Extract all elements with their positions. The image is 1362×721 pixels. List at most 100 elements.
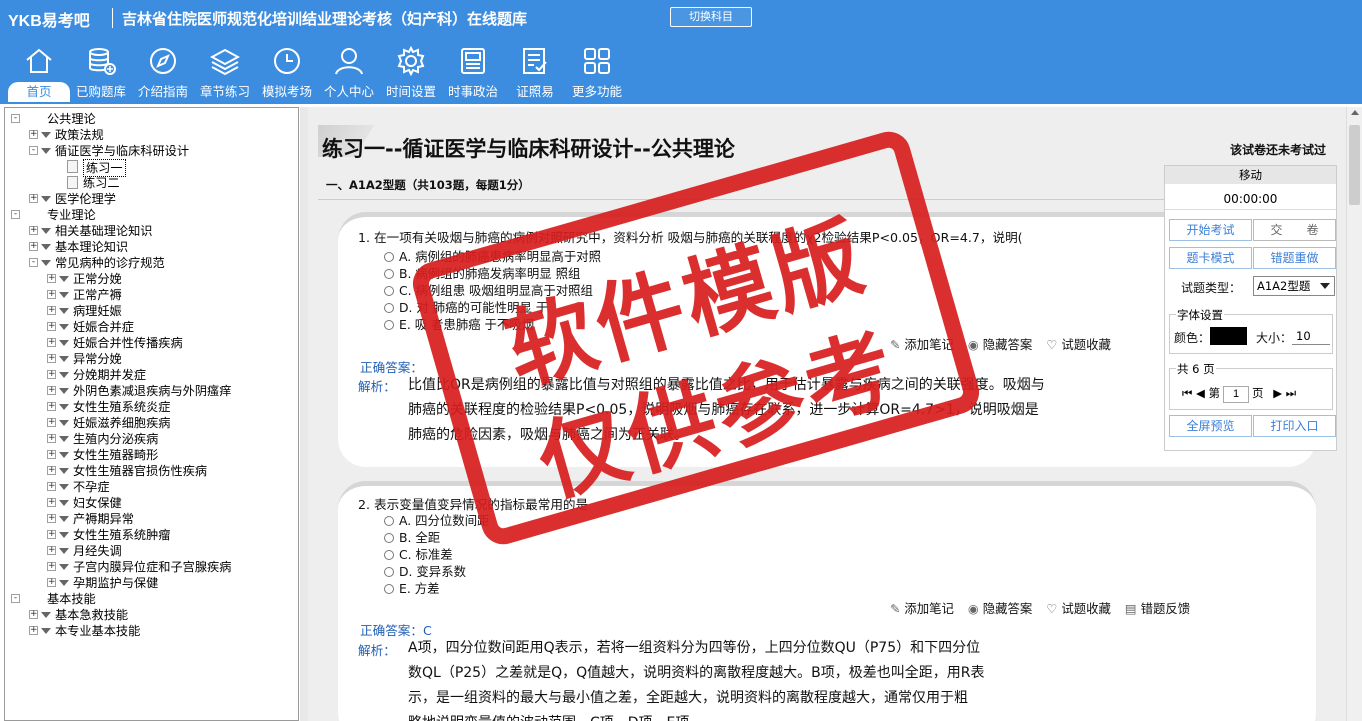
- font-size-input[interactable]: 10: [1292, 327, 1330, 345]
- hide-answer-button[interactable]: ◉ 隐藏答案: [968, 337, 1032, 352]
- nav-certificate[interactable]: 证照易: [504, 46, 566, 104]
- nav-purchased[interactable]: 已购题库: [70, 46, 132, 104]
- report-error-button[interactable]: ▤ 错题反馈: [1125, 601, 1190, 616]
- vertical-scrollbar[interactable]: [1346, 107, 1362, 721]
- option-c[interactable]: C. 标准差: [384, 545, 453, 563]
- expand-icon[interactable]: +: [29, 226, 38, 235]
- tree-item[interactable]: + 妊娠合并症: [5, 319, 298, 335]
- tree-item[interactable]: + 孕期监护与保健: [5, 575, 298, 591]
- last-page-button[interactable]: ⏭: [1286, 386, 1296, 400]
- collapse-icon[interactable]: -: [29, 258, 38, 267]
- tree-item[interactable]: + 女性生殖器官损伤性疾病: [5, 463, 298, 479]
- font-color-swatch[interactable]: [1210, 327, 1247, 345]
- nav-mock-exam[interactable]: 模拟考场: [256, 46, 318, 104]
- collapse-icon[interactable]: -: [11, 114, 20, 123]
- move-handle[interactable]: 移动: [1165, 166, 1336, 184]
- collapse-icon[interactable]: -: [29, 146, 38, 155]
- tree-item[interactable]: + 产褥期异常: [5, 511, 298, 527]
- nav-guide[interactable]: 介绍指南: [132, 46, 194, 104]
- tree-item[interactable]: + 本专业基本技能: [5, 623, 298, 639]
- collapse-icon[interactable]: -: [11, 210, 20, 219]
- option-a[interactable]: A. 四分位数间距: [384, 511, 489, 529]
- tree-item[interactable]: - 基本技能: [5, 591, 298, 607]
- expand-icon[interactable]: +: [47, 338, 56, 347]
- radio[interactable]: [384, 533, 394, 543]
- tree-item[interactable]: + 医学伦理学: [5, 191, 298, 207]
- expand-icon[interactable]: +: [47, 498, 56, 507]
- radio[interactable]: [384, 584, 394, 594]
- hide-answer-button[interactable]: ◉ 隐藏答案: [968, 601, 1032, 616]
- radio[interactable]: [384, 303, 394, 313]
- tree-item[interactable]: + 分娩期并发症: [5, 367, 298, 383]
- start-exam-button[interactable]: 开始考试: [1169, 219, 1252, 241]
- expand-icon[interactable]: +: [29, 626, 38, 635]
- tree-item[interactable]: + 女性生殖系统肿瘤: [5, 527, 298, 543]
- tree-item[interactable]: + 基本理论知识: [5, 239, 298, 255]
- expand-icon[interactable]: +: [47, 434, 56, 443]
- expand-icon[interactable]: +: [29, 610, 38, 619]
- expand-icon[interactable]: +: [47, 546, 56, 555]
- nav-chapter[interactable]: 章节练习: [194, 46, 256, 104]
- expand-icon[interactable]: +: [47, 386, 56, 395]
- tree-item[interactable]: + 相关基础理论知识: [5, 223, 298, 239]
- card-mode-button[interactable]: 题卡模式: [1169, 247, 1252, 269]
- tree-item[interactable]: + 不孕症: [5, 479, 298, 495]
- expand-icon[interactable]: +: [47, 562, 56, 571]
- tree-item[interactable]: + 外阴色素减退疾病与外阴瘙痒: [5, 383, 298, 399]
- redo-wrong-button[interactable]: 错题重做: [1253, 247, 1336, 269]
- tree-item[interactable]: 练习一: [5, 159, 298, 177]
- print-button[interactable]: 打印入口: [1253, 415, 1336, 437]
- radio[interactable]: [384, 286, 394, 296]
- tree-item[interactable]: - 循证医学与临床科研设计: [5, 143, 298, 159]
- favorite-button[interactable]: ♡ 试题收藏: [1046, 337, 1111, 352]
- expand-icon[interactable]: +: [47, 322, 56, 331]
- tree-item[interactable]: - 专业理论: [5, 207, 298, 223]
- radio[interactable]: [384, 252, 394, 262]
- pane-splitter[interactable]: [300, 107, 308, 721]
- fullscreen-preview-button[interactable]: 全屏预览: [1169, 415, 1252, 437]
- expand-icon[interactable]: +: [29, 242, 38, 251]
- favorite-button[interactable]: ♡ 试题收藏: [1046, 601, 1111, 616]
- tree-item[interactable]: + 妊娠滋养细胞疾病: [5, 415, 298, 431]
- tree-item[interactable]: + 政策法规: [5, 127, 298, 143]
- expand-icon[interactable]: +: [47, 290, 56, 299]
- add-note-button[interactable]: ✎ 添加笔记: [890, 601, 954, 616]
- tree-item[interactable]: + 正常产褥: [5, 287, 298, 303]
- radio[interactable]: [384, 567, 394, 577]
- tree-item[interactable]: + 妇女保健: [5, 495, 298, 511]
- expand-icon[interactable]: +: [47, 418, 56, 427]
- tree-item[interactable]: + 基本急救技能: [5, 607, 298, 623]
- expand-icon[interactable]: +: [47, 370, 56, 379]
- radio[interactable]: [384, 320, 394, 330]
- tree-item[interactable]: 练习二: [5, 175, 298, 191]
- expand-icon[interactable]: +: [47, 578, 56, 587]
- collapse-icon[interactable]: -: [11, 594, 20, 603]
- radio[interactable]: [384, 269, 394, 279]
- first-page-button[interactable]: ⏮: [1182, 386, 1192, 400]
- next-page-button[interactable]: ▶: [1273, 386, 1282, 400]
- expand-icon[interactable]: +: [47, 530, 56, 539]
- tree-item[interactable]: + 女性生殖系统炎症: [5, 399, 298, 415]
- tree-item[interactable]: + 女性生殖器畸形: [5, 447, 298, 463]
- expand-icon[interactable]: +: [29, 194, 38, 203]
- tree-item[interactable]: + 生殖内分泌疾病: [5, 431, 298, 447]
- nav-profile[interactable]: 个人中心: [318, 46, 380, 104]
- page-number-input[interactable]: [1223, 385, 1250, 403]
- prev-page-button[interactable]: ◀: [1196, 386, 1205, 400]
- tree-item[interactable]: + 月经失调: [5, 543, 298, 559]
- tree-item[interactable]: + 妊娠合并性传播疾病: [5, 335, 298, 351]
- expand-icon[interactable]: +: [29, 130, 38, 139]
- tree-item[interactable]: - 常见病种的诊疗规范: [5, 255, 298, 271]
- tree-item[interactable]: + 异常分娩: [5, 351, 298, 367]
- question-type-select[interactable]: A1A2型题: [1253, 276, 1335, 296]
- expand-icon[interactable]: +: [47, 402, 56, 411]
- nav-home[interactable]: 首页: [8, 46, 70, 104]
- nav-current-affairs[interactable]: 时事政治: [442, 46, 504, 104]
- option-b[interactable]: B. 全距: [384, 528, 440, 546]
- expand-icon[interactable]: +: [47, 354, 56, 363]
- tree-item[interactable]: - 公共理论: [5, 111, 298, 127]
- scroll-up-icon[interactable]: [1351, 110, 1359, 115]
- tree-item[interactable]: + 子宫内膜异位症和子宫腺疾病: [5, 559, 298, 575]
- expand-icon[interactable]: +: [47, 306, 56, 315]
- expand-icon[interactable]: +: [47, 450, 56, 459]
